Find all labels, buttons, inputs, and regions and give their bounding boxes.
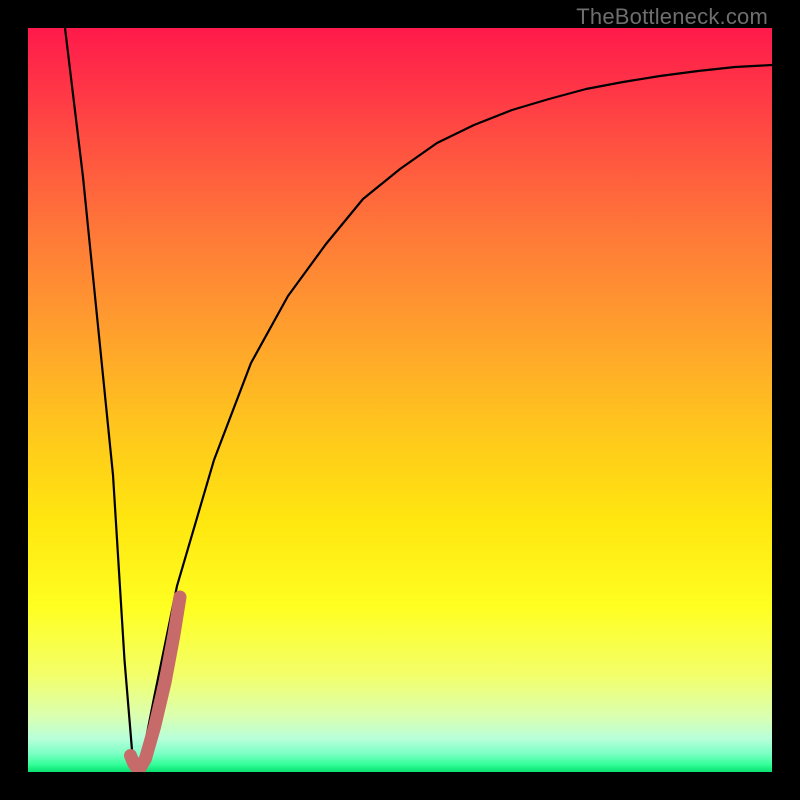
chart-frame: TheBottleneck.com: [0, 0, 800, 800]
highlight-segment: [131, 597, 181, 769]
plot-area: [28, 28, 772, 772]
curve-layer: [28, 28, 772, 772]
watermark-text: TheBottleneck.com: [576, 4, 768, 30]
